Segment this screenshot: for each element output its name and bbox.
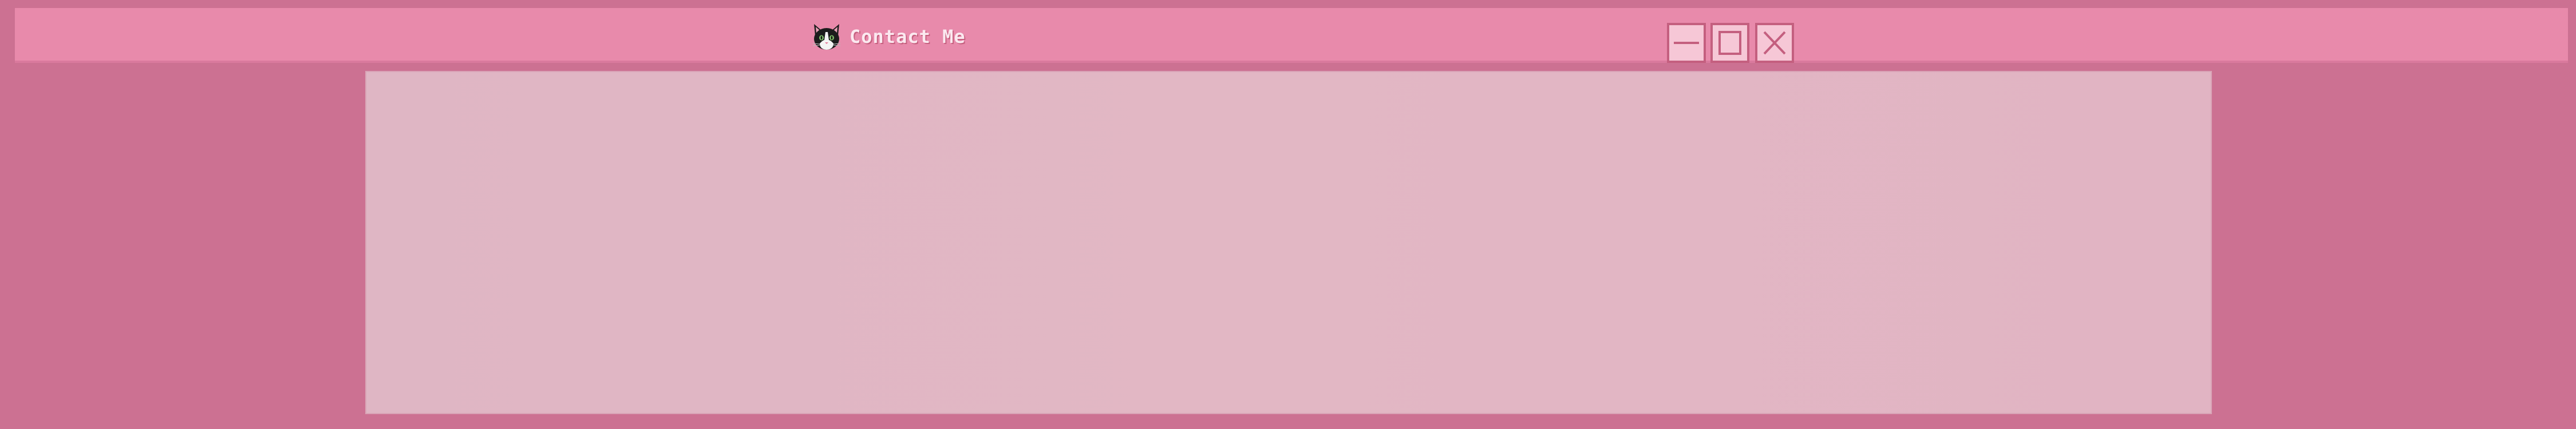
cat-face-icon xyxy=(812,24,841,50)
maximize-icon xyxy=(1718,31,1741,55)
close-button[interactable] xyxy=(1755,23,1794,63)
window-title: Contact Me xyxy=(850,26,966,47)
minimize-button[interactable] xyxy=(1667,23,1706,63)
window-title-group: Contact Me xyxy=(811,22,966,51)
maximize-button[interactable] xyxy=(1710,23,1749,63)
minimize-icon xyxy=(1674,42,1699,44)
close-icon xyxy=(1763,31,1786,55)
window-content-area xyxy=(365,71,2212,414)
window-titlebar[interactable]: Contact Me xyxy=(15,8,2568,63)
